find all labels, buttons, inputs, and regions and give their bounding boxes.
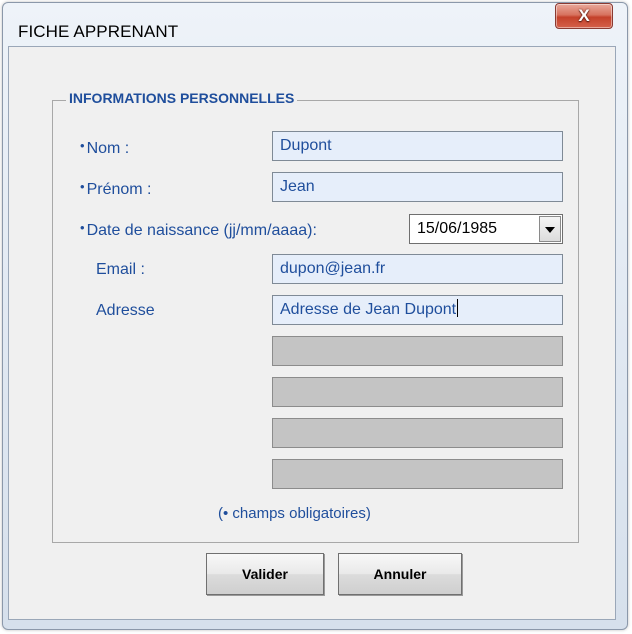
close-button[interactable]: X: [555, 3, 613, 29]
date-dropdown-button[interactable]: [539, 216, 561, 242]
nom-input[interactable]: Dupont: [272, 131, 563, 161]
adresse-line-1-text: Adresse de Jean Dupont: [280, 301, 457, 318]
text-cursor: [457, 299, 459, 317]
date-naissance-label-text: Date de naissance (jj/mm/aaaa):: [86, 222, 317, 239]
date-naissance-value: 15/06/1985: [417, 220, 498, 237]
annuler-button[interactable]: Annuler: [338, 553, 462, 595]
adresse-input-line-1[interactable]: Adresse de Jean Dupont: [272, 295, 563, 325]
prenom-label: • Prénom :: [80, 179, 151, 199]
email-label: Email :: [96, 261, 145, 278]
required-mark: •: [80, 179, 85, 194]
title-bar[interactable]: FICHE APPRENANT: [0, 0, 624, 50]
adresse-input-line-5[interactable]: [272, 459, 563, 489]
nom-label-text: Nom :: [86, 140, 130, 157]
date-naissance-label: • Date de naissance (jj/mm/aaaa):: [80, 220, 317, 240]
prenom-input[interactable]: Jean: [272, 172, 563, 202]
required-mark: •: [80, 138, 85, 153]
adresse-label: Adresse: [96, 302, 155, 319]
close-icon: X: [578, 6, 590, 25]
personal-info-legend: INFORMATIONS PERSONNELLES: [66, 90, 298, 106]
required-fields-note: (• champs obligatoires): [218, 505, 371, 522]
valider-button[interactable]: Valider: [206, 553, 324, 595]
adresse-input-line-3[interactable]: [272, 377, 563, 407]
date-naissance-combobox[interactable]: 15/06/1985: [409, 214, 563, 244]
prenom-label-text: Prénom :: [86, 181, 152, 198]
window-title: FICHE APPRENANT: [18, 22, 179, 41]
adresse-input-line-2[interactable]: [272, 336, 563, 366]
adresse-input-line-4[interactable]: [272, 418, 563, 448]
email-input[interactable]: dupon@jean.fr: [272, 254, 563, 284]
chevron-down-icon: [545, 227, 555, 233]
nom-label: • Nom :: [80, 138, 129, 158]
required-mark: •: [80, 220, 85, 235]
